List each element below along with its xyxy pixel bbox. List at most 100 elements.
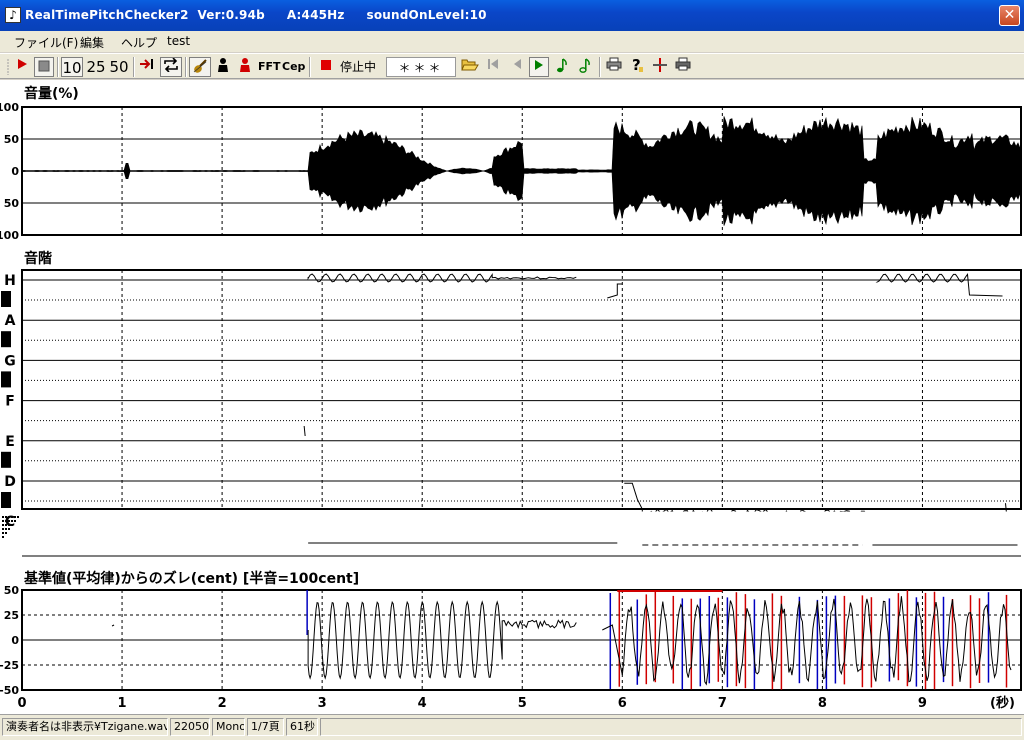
record-icon — [320, 60, 332, 74]
aux-marker — [5, 528, 7, 530]
violin-icon — [192, 59, 208, 77]
time-tick-label: 6 — [618, 696, 627, 711]
volume-tick-label: 0 — [11, 165, 19, 178]
volume-tick-label: 100 — [0, 229, 19, 242]
app-icon: ♪ — [5, 7, 21, 23]
deviation-tick-label: 0 — [11, 634, 19, 647]
print-setup-button[interactable] — [673, 57, 693, 77]
toolbar: 10 25 50 FFT Cep 停止中 ＊＊＊ ? — [0, 53, 1024, 79]
print-button[interactable] — [604, 57, 624, 77]
status-bar: 演奏者名は非表示¥Tzigane.wav 22050 Mono 1/7頁 61秒 — [0, 714, 1024, 740]
note-button[interactable] — [552, 57, 572, 77]
volume-tick-label: 100 — [0, 101, 19, 114]
black-key — [1, 291, 11, 307]
deviation-tick-label: -25 — [0, 659, 19, 672]
aux-marker — [2, 536, 4, 538]
aux-marker — [2, 524, 4, 526]
black-key — [1, 492, 11, 508]
deviation-title: 基準値(平均律)からのズレ(cent) [半音=100cent] — [24, 570, 359, 587]
volume-tick-label: 50 — [4, 197, 20, 210]
time-tick-label: 8 — [818, 696, 827, 711]
menu-file[interactable]: ファイル(F) — [14, 34, 78, 51]
help-icon: ? — [630, 56, 644, 76]
aux-marker — [17, 516, 19, 518]
record-button[interactable] — [316, 57, 336, 77]
note-alt-button[interactable] — [575, 57, 595, 77]
volume-tick-label: 50 — [4, 133, 20, 146]
print-icon — [606, 57, 622, 74]
first-page-button[interactable] — [483, 57, 503, 77]
aux-marker — [2, 516, 4, 518]
deviation-tick-label: 50 — [4, 584, 20, 597]
time-tick-label: 1 — [118, 696, 127, 711]
time-tick-label: 2 — [218, 696, 227, 711]
toolbar-separator — [57, 57, 59, 77]
scale-title: 音階 — [24, 250, 52, 267]
help-button[interactable]: ? — [627, 56, 647, 77]
loop-icon — [163, 57, 179, 75]
note-label: G — [4, 353, 16, 369]
current-note-display: ＊＊＊ — [386, 57, 456, 77]
time-tick-label: 5 — [518, 696, 527, 711]
player-icon — [216, 58, 230, 76]
cep-button[interactable]: Cep — [282, 57, 305, 77]
note-alt-icon — [579, 58, 591, 76]
analysis-plots[interactable]: 音量(%) 10050050100 音階 HAGFEDC 基準値(平均律)からの… — [0, 80, 1024, 714]
time-tick-label: 4 — [418, 696, 427, 711]
scale-frame — [21, 269, 1022, 510]
deviation-tick-label: -50 — [0, 684, 19, 697]
aux-marker — [5, 524, 7, 526]
aux-marker — [5, 516, 7, 518]
status-duration: 61秒 — [286, 718, 318, 736]
aux-marker — [2, 532, 4, 534]
aux-marker — [8, 516, 10, 518]
black-key — [1, 451, 11, 468]
toolbar-separator — [133, 57, 135, 77]
player-red-icon — [238, 58, 252, 76]
aux-marker — [14, 516, 16, 518]
loop-button[interactable] — [160, 57, 182, 77]
skip-end-icon — [139, 59, 155, 74]
play-button[interactable] — [12, 57, 32, 77]
aux-marker — [11, 520, 13, 522]
zoom-10-button[interactable]: 10 — [61, 57, 83, 77]
aux-marker — [5, 520, 7, 522]
auxiliary-strip — [2, 511, 1022, 559]
stop-button[interactable] — [34, 57, 54, 77]
status-page: 1/7頁 — [247, 718, 284, 736]
window-title: RealTimePitchChecker2 Ver:0.94b A:445Hz … — [25, 8, 487, 22]
zoom-25-button[interactable]: 25 — [85, 57, 107, 77]
black-key — [1, 371, 11, 388]
print-setup-icon — [675, 57, 691, 74]
time-tick-label: 9 — [918, 696, 927, 711]
menu-test[interactable]: test — [167, 34, 190, 48]
aux-marker — [11, 524, 13, 526]
main-area: 音量(%) 10050050100 音階 HAGFEDC 基準値(平均律)からの… — [0, 80, 1024, 714]
aux-marker — [14, 520, 16, 522]
fft-button[interactable]: FFT — [258, 57, 281, 77]
close-button[interactable]: ✕ — [999, 5, 1020, 26]
skip-end-button[interactable] — [137, 57, 157, 77]
scale-panel: 音階 HAGFEDC — [1, 250, 1022, 530]
deviation-panel: 基準値(平均律)からのズレ(cent) [半音=100cent] 50 25 0 -2… — [0, 570, 1022, 697]
grid-icon — [652, 58, 668, 76]
status-sample-rate: 22050 — [170, 718, 210, 736]
menu-help[interactable]: ヘルプ — [121, 34, 157, 51]
prev-page-button[interactable] — [507, 57, 527, 77]
violin-button[interactable] — [189, 57, 211, 77]
open-file-button[interactable] — [460, 57, 480, 77]
player-button[interactable] — [213, 57, 233, 77]
record-status: 停止中 — [339, 60, 376, 74]
note-label: D — [4, 474, 16, 490]
aux-marker — [11, 516, 13, 518]
next-page-button[interactable] — [529, 57, 549, 77]
next-page-icon — [532, 60, 546, 75]
aux-marker — [8, 528, 10, 530]
menu-edit[interactable]: 編集 — [80, 34, 104, 51]
aux-marker — [8, 520, 10, 522]
toolbar-separator — [185, 57, 187, 77]
zoom-50-button[interactable]: 50 — [108, 57, 130, 77]
aux-marker — [2, 528, 4, 530]
grid-button[interactable] — [650, 57, 670, 77]
player-red-button[interactable] — [235, 57, 255, 77]
